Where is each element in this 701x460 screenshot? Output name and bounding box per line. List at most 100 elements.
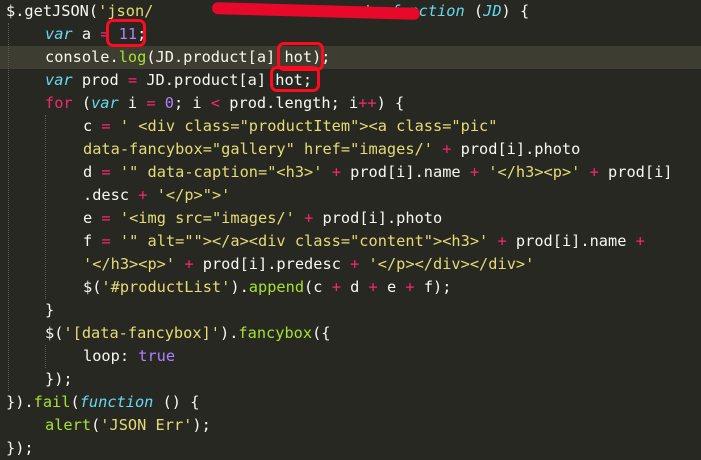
- token: });: [6, 439, 34, 457]
- operator-token: +: [497, 232, 507, 250]
- operator-token: +: [331, 163, 341, 181]
- token: });: [45, 370, 73, 388]
- operator-token: +: [469, 163, 480, 181]
- token: loop: [83, 347, 120, 365]
- token: ).: [219, 324, 239, 342]
- operator-token: +: [405, 278, 415, 296]
- string-token: '</h3><p>': [488, 163, 581, 181]
- code-line-12[interactable]: '</h3><p>' + prod[i].predesc + '</p></di…: [83, 253, 534, 276]
- operator-token: =: [127, 71, 138, 89]
- operator-token: +: [589, 163, 599, 181]
- string-token: 'JSON Err': [100, 416, 193, 434]
- token: ({: [312, 324, 331, 342]
- indent-guide: [45, 345, 46, 368]
- string-token: '[data-fancybox]': [63, 324, 220, 342]
- string-token: '#productList': [101, 278, 231, 296]
- token: prod: [72, 71, 128, 89]
- string-token: '</p>">': [156, 186, 231, 204]
- code-line-17[interactable]: });: [45, 368, 73, 391]
- annotation-box-value: [106, 19, 146, 47]
- token: ) {: [376, 94, 405, 112]
- token: .desc: [83, 186, 139, 204]
- token: c: [83, 117, 102, 135]
- operator-token: =: [101, 163, 111, 181]
- keyword-token: for: [45, 94, 73, 112]
- token: (: [91, 416, 101, 434]
- code-line-18[interactable]: }).fail(function () {: [6, 391, 199, 414]
- operator-token: +: [331, 278, 341, 296]
- string-token: '" data-caption="<h3>': [119, 163, 323, 181]
- token: f);: [414, 278, 452, 296]
- code-line-14[interactable]: }: [45, 299, 54, 322]
- token: prod[i].name: [340, 163, 470, 181]
- code-line-20[interactable]: });: [6, 437, 34, 460]
- function-token: append: [248, 278, 305, 296]
- operator-token: ++: [358, 94, 377, 112]
- token: prod[i].photo: [451, 140, 581, 158]
- code-line-9[interactable]: .desc + '</p>">': [83, 184, 230, 207]
- token: ).: [230, 278, 249, 296]
- token: ; i: [174, 94, 211, 112]
- code-line-5[interactable]: for (var i = 0; i < prod.length; i++) {: [45, 92, 404, 115]
- token: () {: [153, 393, 200, 411]
- string-token: '</h3><p>': [83, 255, 176, 273]
- token: prod.length; i: [220, 94, 359, 112]
- keyword-token: function: [79, 393, 154, 411]
- code-line-16[interactable]: loop: true: [83, 345, 175, 368]
- param-token: JD: [483, 2, 502, 20]
- token: a: [72, 25, 101, 43]
- code-line-15[interactable]: $('[data-fancybox]').fancybox({: [45, 322, 331, 345]
- token: e: [83, 209, 102, 227]
- operator-token: =: [146, 94, 156, 112]
- function-token: log: [118, 48, 147, 66]
- operator-token: +: [635, 232, 645, 250]
- code-line-7[interactable]: data-fancybox="gallery" href="images/' +…: [83, 138, 580, 161]
- operator-token: =: [101, 209, 111, 227]
- code-line-19[interactable]: alert('JSON Err');: [45, 414, 211, 437]
- code-line-13[interactable]: $('#productList').append(c + d + e + f);: [83, 276, 451, 299]
- keyword-token: var: [45, 25, 73, 43]
- token: (: [72, 94, 92, 112]
- function-token: alert: [45, 416, 92, 434]
- indent-guide: [45, 115, 46, 299]
- string-token: '<img src="images/': [119, 209, 295, 227]
- string-token: '</p></div></div>': [368, 255, 535, 273]
- code-line-6[interactable]: c = ' <div class="productItem"><a class=…: [83, 115, 497, 138]
- string-token: ' <div class="productItem"><a class="pic…: [119, 117, 498, 135]
- token: (c: [304, 278, 332, 296]
- token: d: [340, 278, 369, 296]
- token: $(: [83, 278, 102, 296]
- token: (: [70, 393, 80, 411]
- indent-guide: [8, 23, 9, 391]
- token: f: [83, 232, 102, 250]
- operator-token: <: [210, 94, 221, 112]
- code-line-10[interactable]: e = '<img src="images/' + prod[i].photo: [83, 207, 442, 230]
- operator-token: +: [368, 278, 378, 296]
- token: e: [377, 278, 406, 296]
- code-line-11[interactable]: f = '" alt=""></a><div class="content"><…: [83, 230, 645, 253]
- annotation-box-hot-2: [270, 66, 320, 92]
- number-token: 0: [164, 94, 174, 112]
- function-token: fancybox: [238, 324, 313, 342]
- code-editor[interactable]: $.getJSON('json/', function (JD) { var a…: [0, 0, 701, 460]
- keyword-token: var: [45, 71, 73, 89]
- token: prod[i]: [598, 163, 673, 181]
- operator-token: =: [101, 117, 111, 135]
- string-token: 'json/: [98, 2, 154, 20]
- token: console.: [45, 48, 119, 66]
- operator-token: +: [184, 255, 194, 273]
- token: prod[i].photo: [313, 209, 443, 227]
- token: prod[i].predesc: [193, 255, 351, 273]
- keyword-token: var: [91, 94, 119, 112]
- code-line-8[interactable]: d = '" data-caption="<h3>' + prod[i].nam…: [83, 161, 673, 184]
- function-token: fail: [33, 393, 71, 411]
